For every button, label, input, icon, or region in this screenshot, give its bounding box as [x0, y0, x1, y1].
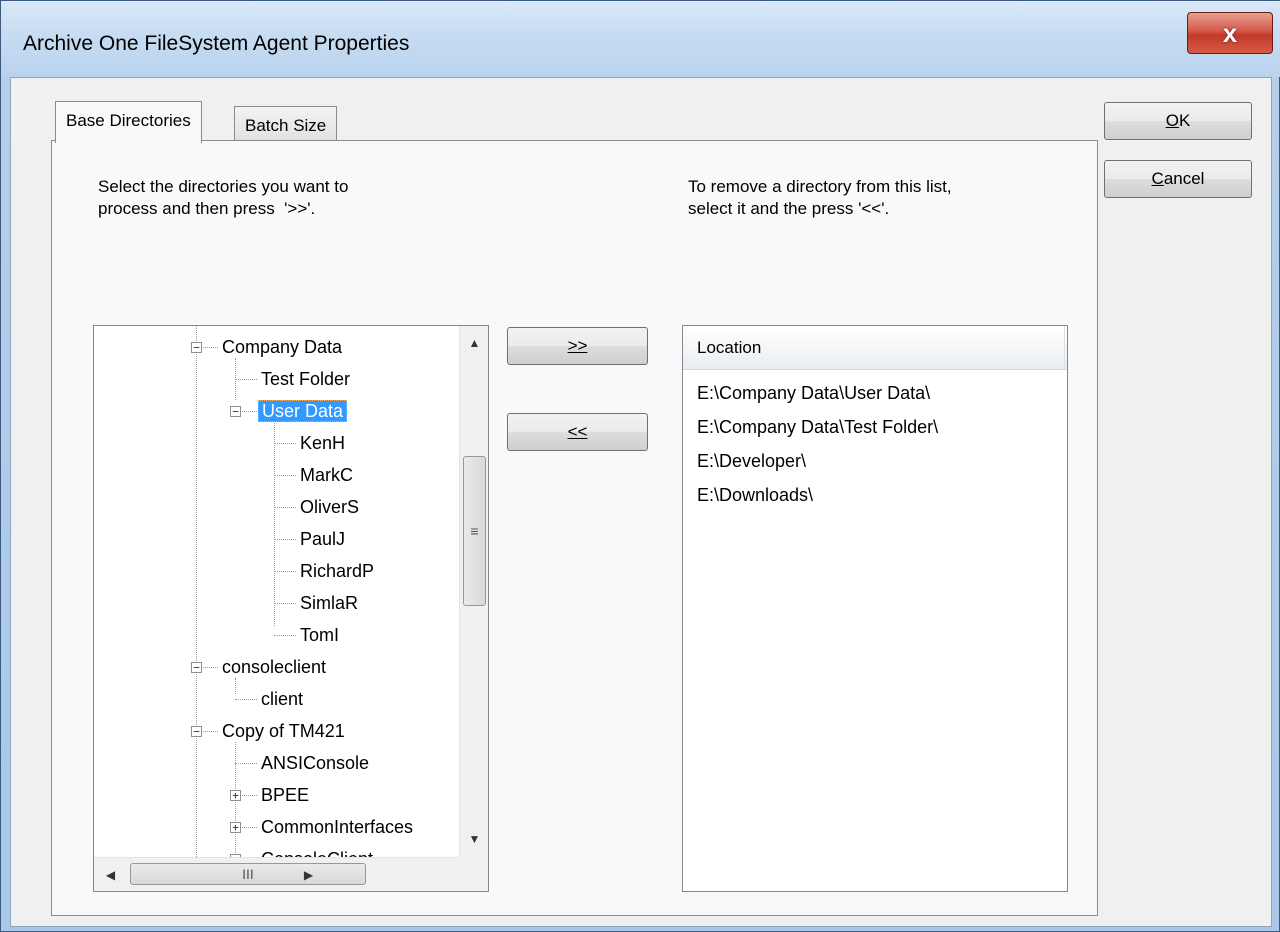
tree-item[interactable]: ANSIConsole [258, 748, 372, 780]
remove-button-label: << [567, 422, 588, 441]
tree-item[interactable]: MarkC [297, 460, 356, 492]
tree-item-label: OliverS [300, 497, 360, 517]
tree-item-label: Test Folder [261, 369, 351, 389]
tab-batch-size[interactable]: Batch Size [234, 106, 338, 140]
selected-directories-list[interactable]: Location E:\Company Data\User Data\ E:\Co… [682, 325, 1068, 892]
tree-item-label: consoleclient [222, 657, 327, 677]
tab-panel-base-directories: Select the directories you want to proce… [51, 140, 1098, 916]
tree-item[interactable]: Test Folder [258, 364, 353, 396]
list-item[interactable]: E:\Company Data\Test Folder\ [697, 412, 938, 442]
tree-connector-line [196, 326, 197, 857]
grip-icon: ≡ [470, 523, 479, 539]
column-header-location[interactable]: Location [683, 326, 1065, 370]
ok-button[interactable]: OK [1104, 102, 1252, 140]
tree-item-label: ANSIConsole [261, 753, 370, 773]
tree-vertical-scrollbar[interactable]: ▲ ≡ ▼ [459, 326, 488, 857]
tree-item[interactable]: CommonInterfaces [258, 812, 416, 844]
tree-item[interactable]: consoleclient [219, 652, 329, 684]
list-item[interactable]: E:\Developer\ [697, 446, 806, 476]
tree-connector-line [274, 571, 296, 572]
expand-icon[interactable]: + [230, 790, 241, 801]
tree-item-label: CommonInterfaces [261, 817, 414, 837]
tree-item[interactable]: User Data [258, 396, 348, 428]
tree-connector-line [235, 699, 257, 700]
add-directory-button[interactable]: >> [507, 327, 648, 365]
directory-tree[interactable]: − Company Data Test Folder − User Data KenH Ma… [93, 325, 489, 892]
close-button[interactable]: x [1187, 12, 1273, 54]
tree-item[interactable]: TomI [297, 620, 342, 652]
scroll-down-arrow-icon[interactable]: ▼ [460, 824, 488, 854]
tree-item-label: KenH [300, 433, 346, 453]
collapse-icon[interactable]: − [191, 662, 202, 673]
close-icon: x [1222, 17, 1238, 48]
tree-connector-line [274, 507, 296, 508]
tree-item-label: client [261, 689, 304, 709]
left-instruction: Select the directories you want to proce… [98, 177, 349, 218]
tree-connector-line [274, 443, 296, 444]
tree-item-label: MarkC [300, 465, 353, 485]
list-item[interactable]: E:\Company Data\User Data\ [697, 378, 930, 408]
tree-item[interactable]: client [258, 684, 306, 716]
collapse-icon[interactable]: − [191, 342, 202, 353]
tree-connector-line [274, 420, 275, 626]
tree-item[interactable]: Copy of TM421 [219, 716, 348, 748]
tree-item[interactable]: KenH [297, 428, 348, 460]
collapse-icon[interactable]: − [191, 726, 202, 737]
tree-item[interactable]: BPEE [258, 780, 312, 812]
tree-item-label: User Data [258, 400, 348, 422]
tree-horizontal-scrollbar[interactable]: ◀ III ▶ [94, 857, 459, 891]
tree-item-label: RichardP [300, 561, 375, 581]
collapse-icon[interactable]: − [230, 406, 241, 417]
tree-item[interactable]: RichardP [297, 556, 377, 588]
tree-item-label: Copy of TM421 [222, 721, 345, 741]
tree-horizontal-scroll-thumb[interactable]: III [130, 863, 366, 885]
list-item[interactable]: E:\Downloads\ [697, 480, 813, 510]
tree-connector-line [235, 763, 257, 764]
tree-connector-line [274, 539, 296, 540]
tree-item[interactable]: SimlaR [297, 588, 361, 620]
scroll-right-arrow-icon[interactable]: ▶ [294, 860, 323, 890]
scrollbar-corner [459, 857, 488, 891]
tree-connector-line [274, 475, 296, 476]
scroll-up-arrow-icon[interactable]: ▲ [460, 328, 488, 358]
tree-item[interactable]: PaulJ [297, 524, 348, 556]
dialog-window: Archive One FileSystem Agent Properties … [0, 0, 1280, 932]
add-button-label: >> [567, 336, 588, 355]
tree-item-label: SimlaR [300, 593, 359, 613]
tab-label: Base Directories [66, 111, 191, 130]
tree-item[interactable]: OliverS [297, 492, 362, 524]
tree-connector-line [274, 603, 296, 604]
grip-icon: III [242, 866, 254, 882]
list-header: Location [683, 326, 1067, 370]
tab-base-directories[interactable]: Base Directories [55, 101, 202, 143]
tree-vertical-scroll-thumb[interactable]: ≡ [463, 456, 486, 606]
tree-connector-line [274, 635, 296, 636]
cancel-button[interactable]: Cancel [1104, 160, 1252, 198]
tree-item-label: TomI [300, 625, 340, 645]
tree-item-label: BPEE [261, 785, 310, 805]
ok-button-label: OK [1165, 111, 1191, 130]
window-title: Archive One FileSystem Agent Properties [23, 32, 410, 55]
cancel-button-label: Cancel [1151, 169, 1205, 188]
tab-label: Batch Size [245, 116, 327, 135]
title-bar[interactable]: Archive One FileSystem Agent Properties … [1, 1, 1280, 77]
tree-item-label: PaulJ [300, 529, 346, 549]
remove-directory-button[interactable]: << [507, 413, 648, 451]
dialog-client-area: Base Directories Batch Size Select the d… [10, 77, 1272, 927]
expand-icon[interactable]: + [230, 822, 241, 833]
tree-item[interactable]: Company Data [219, 332, 345, 364]
tree-connector-line [235, 379, 257, 380]
right-instruction: To remove a directory from this list, se… [688, 177, 952, 218]
scroll-left-arrow-icon[interactable]: ◀ [96, 860, 125, 890]
tree-item-label: Company Data [222, 337, 343, 357]
